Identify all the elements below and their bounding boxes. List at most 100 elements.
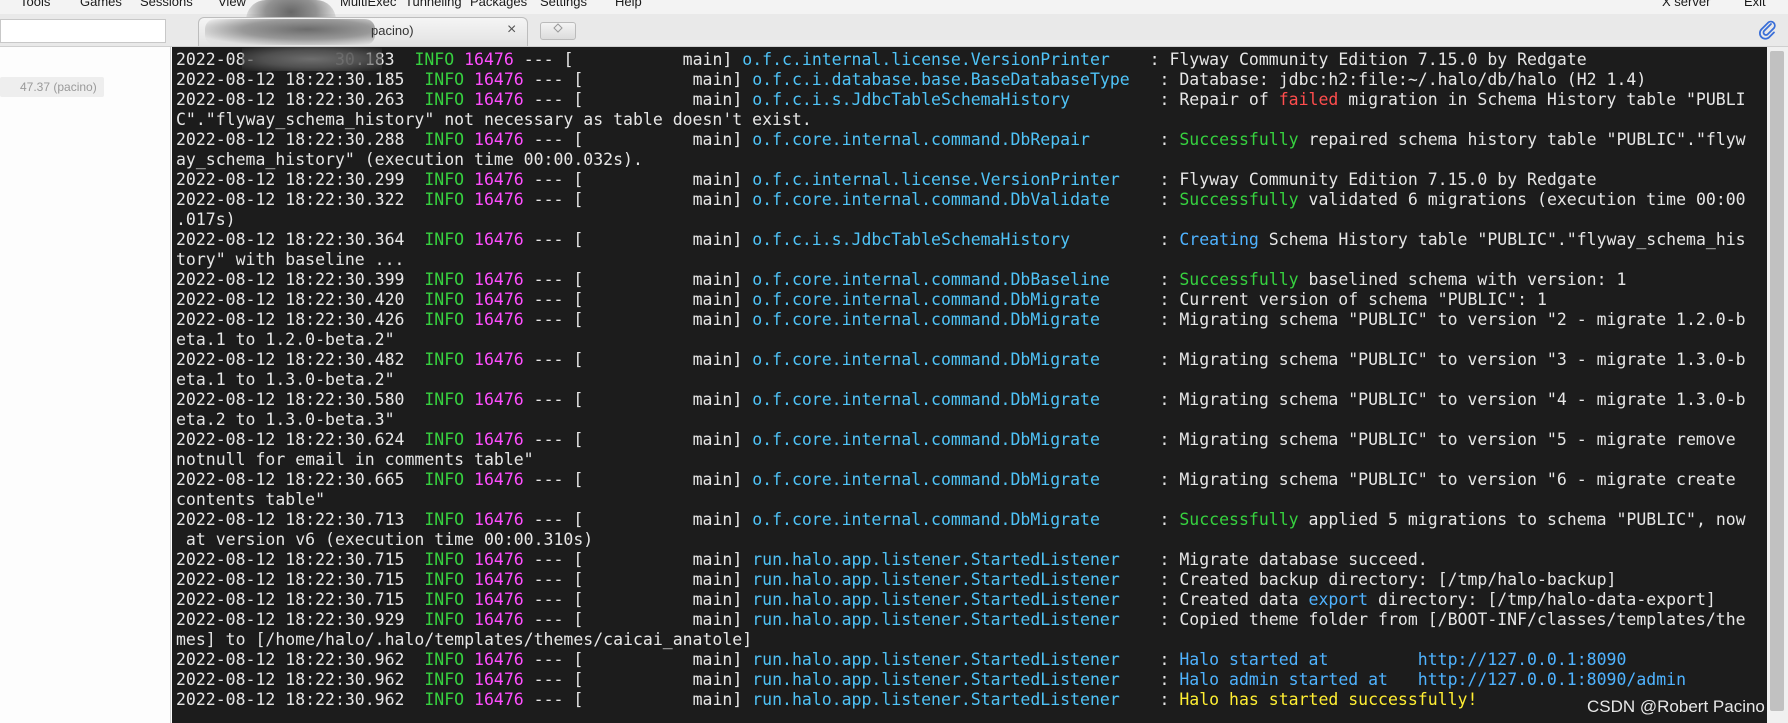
log-segment: Successfully (1179, 270, 1299, 289)
log-segment: : (1149, 190, 1180, 209)
menu-settings[interactable]: Settings (540, 0, 587, 9)
log-segment: : (1149, 230, 1180, 249)
log-line: contents table" (176, 490, 325, 510)
log-segment: : Flyway Community Edition 7.15.0 by Red… (1149, 170, 1597, 189)
log-segment: failed (1278, 90, 1339, 109)
log-segment: Creating (1179, 230, 1259, 249)
log-segment: INFO (424, 430, 465, 449)
log-segment: 16476 (474, 270, 524, 289)
log-segment: INFO (424, 390, 465, 409)
menu-multiexec[interactable]: MultiExec (340, 0, 396, 9)
log-segment: --- [ main] (523, 430, 753, 449)
log-segment: --- [ main] (523, 590, 753, 609)
log-segment (464, 230, 474, 249)
log-segment: 16476 (474, 430, 524, 449)
log-line: 2022-08-12 18:22:30.962 INFO 16476 --- [… (176, 690, 1477, 710)
quick-connect-input[interactable] (0, 19, 166, 43)
log-segment: : (1149, 670, 1180, 689)
log-line: 2022-08-12 18:22:30.962 INFO 16476 --- [… (176, 650, 1626, 670)
log-segment: o.f.core.internal.command.DbMigrate (752, 390, 1150, 409)
log-segment (464, 90, 474, 109)
log-segment (464, 690, 474, 709)
log-segment: : Repair of (1149, 90, 1279, 109)
menu-sessions[interactable]: Sessions (140, 0, 193, 9)
log-segment (464, 170, 474, 189)
log-segment: --- [ main] (523, 690, 753, 709)
log-segment: --- [ main] (523, 350, 753, 369)
log-segment: : Migrating schema "PUBLIC" to version "… (1149, 350, 1746, 369)
log-segment: INFO (424, 470, 465, 489)
log-line: C"."flyway_schema_history" not necessary… (176, 110, 812, 130)
log-line: 2022-08-12 18:22:30.624 INFO 16476 --- [… (176, 430, 1736, 450)
terminal-output[interactable]: 2022-08- 30.183 INFO 16476 --- [ main] o… (172, 47, 1767, 723)
log-segment: .017s) (176, 210, 236, 229)
log-segment: contents table" (176, 490, 326, 509)
log-segment: 16476 (474, 90, 524, 109)
paperclip-icon[interactable] (1758, 20, 1778, 40)
scrollbar-thumb[interactable] (1770, 51, 1784, 711)
log-segment: o.f.core.internal.command.DbRepair (752, 130, 1150, 149)
menu-packages[interactable]: Packages (470, 0, 527, 9)
watermark: CSDN @Robert Pacino (1587, 697, 1765, 716)
log-segment: validated 6 migrations (execution time 0… (1298, 190, 1746, 209)
log-segment (464, 550, 474, 569)
log-segment: notnull for email in comments table" (176, 450, 534, 469)
log-segment: INFO (424, 170, 465, 189)
log-segment: run.halo.app.listener.StartedListener (752, 610, 1150, 629)
log-segment (464, 590, 474, 609)
log-segment: o.f.core.internal.command.DbBaseline (752, 270, 1150, 289)
log-segment: 16476 (474, 670, 524, 689)
log-segment: run.halo.app.listener.StartedListener (752, 650, 1150, 669)
menu-help[interactable]: Help (615, 0, 642, 9)
log-segment: 2022-08-12 18:22:30.288 (176, 130, 425, 149)
log-segment: : (1149, 650, 1180, 669)
close-icon[interactable]: × (507, 21, 516, 39)
log-segment: : (1149, 690, 1180, 709)
log-segment: 2022-08-12 18:22:30.263 (176, 90, 425, 109)
menu-games[interactable]: Games (80, 0, 122, 9)
log-segment: INFO (424, 190, 465, 209)
log-line: 2022-08-12 18:22:30.185 INFO 16476 --- [… (176, 70, 1646, 90)
log-segment (464, 290, 474, 309)
terminal-scrollbar[interactable] (1767, 47, 1788, 723)
log-segment: INFO (424, 310, 465, 329)
menu-tools[interactable]: Tools (20, 0, 50, 9)
log-segment: --- [ main] (523, 130, 753, 149)
log-segment: 2022-08-12 18:22:30.962 (176, 670, 425, 689)
log-segment: INFO (414, 50, 455, 69)
log-segment: Halo started at http://127.0.0.1:8090 (1179, 650, 1627, 669)
new-tab-button[interactable] (540, 22, 576, 40)
log-segment: o.f.core.internal.command.DbMigrate (752, 310, 1150, 329)
log-segment: o.f.core.internal.command.DbMigrate (752, 470, 1150, 489)
log-segment: --- [ main] (523, 650, 753, 669)
log-segment: 2022-08-12 18:22:30.713 (176, 510, 425, 529)
log-segment: applied 5 migrations to schema "PUBLIC",… (1298, 510, 1746, 529)
log-line: mes] to [/home/halo/.halo/templates/them… (176, 630, 752, 650)
log-segment: INFO (424, 290, 465, 309)
log-segment: --- [ main] (513, 50, 743, 69)
menu-view[interactable]: View (218, 0, 246, 9)
tab-session[interactable]: pacino) × (198, 17, 528, 46)
log-line: eta.1 to 1.3.0-beta.2" (176, 370, 395, 390)
log-segment (464, 670, 474, 689)
log-segment: o.f.core.internal.command.DbMigrate (752, 430, 1150, 449)
log-segment: eta.1 to 1.2.0-beta.2" (176, 330, 395, 349)
log-line: 2022-08-12 18:22:30.482 INFO 16476 --- [… (176, 350, 1746, 370)
log-segment: 16476 (474, 510, 524, 529)
log-segment: INFO (424, 650, 465, 669)
log-segment: 2022-08-12 18:22:30.665 (176, 470, 425, 489)
log-segment (464, 430, 474, 449)
log-segment: 16476 (474, 390, 524, 409)
log-segment: INFO (424, 90, 465, 109)
log-segment: : Database: jdbc:h2:file:~/.halo/db/halo… (1149, 70, 1647, 89)
log-segment: --- [ main] (523, 290, 753, 309)
menu-exit[interactable]: Exit (1744, 0, 1766, 9)
log-segment: o.f.core.internal.command.DbMigrate (752, 290, 1150, 309)
menu-x-server[interactable]: X server (1662, 0, 1710, 9)
log-segment: --- [ main] (523, 470, 753, 489)
menu-tunneling[interactable]: Tunneling (405, 0, 462, 9)
log-segment (464, 510, 474, 529)
log-segment: Halo admin started at http://127.0.0.1:8… (1179, 670, 1687, 689)
sidebar-session-item[interactable]: 47.37 (pacino) (0, 77, 104, 97)
log-segment (464, 570, 474, 589)
